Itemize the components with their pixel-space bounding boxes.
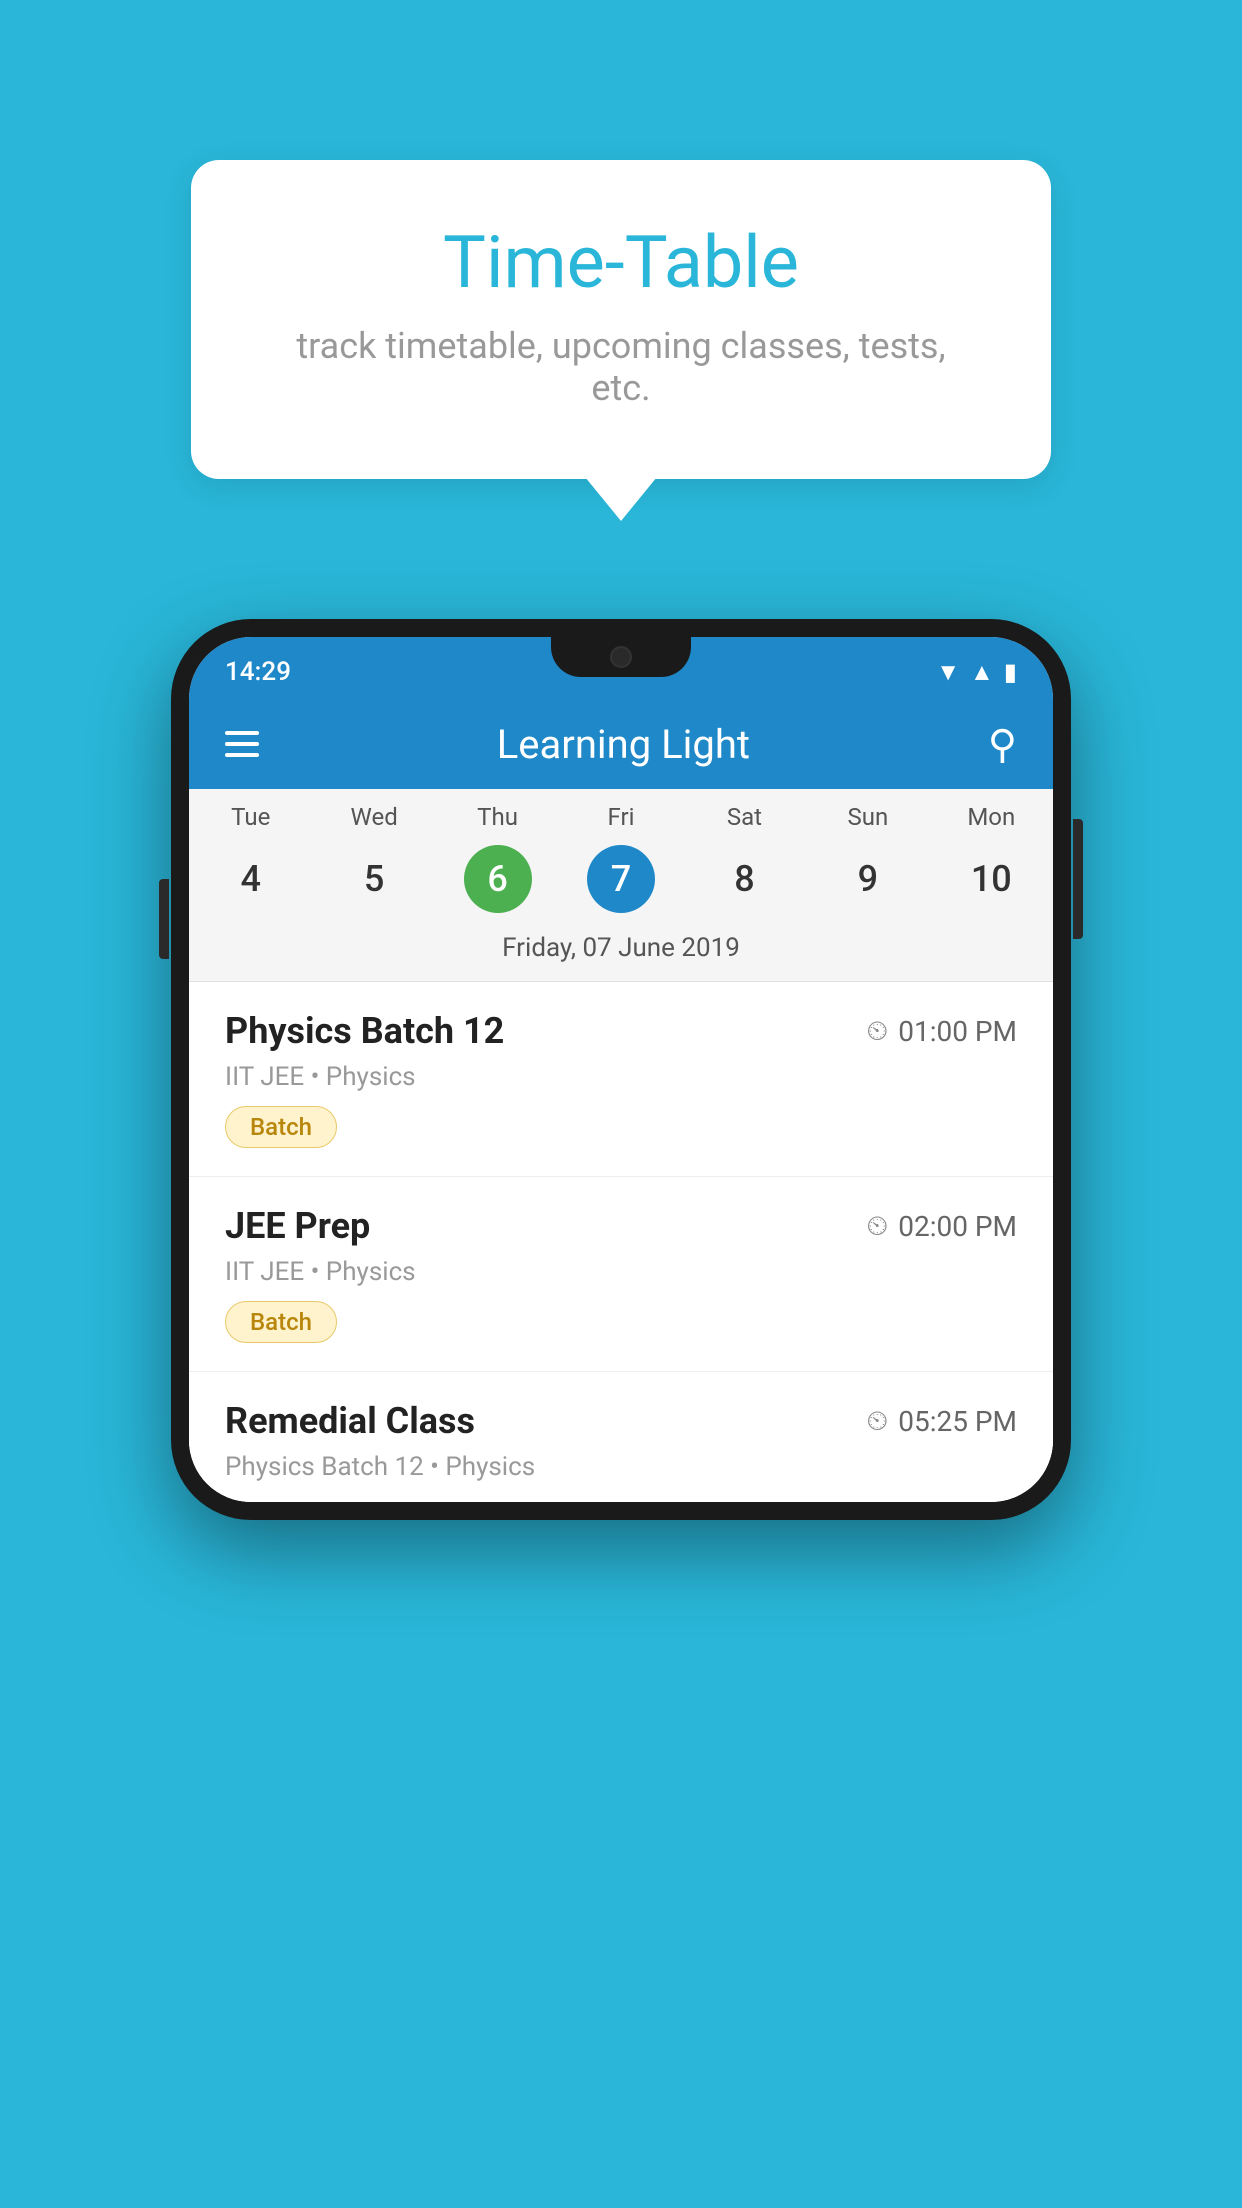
day-header-sun: Sun <box>806 803 929 831</box>
schedule-time-1: ⏲ 01:00 PM <box>866 1014 1017 1048</box>
schedule-time-value-1: 01:00 PM <box>898 1015 1017 1048</box>
selected-date-label: Friday, 07 June 2019 <box>189 925 1053 982</box>
day-header-sat: Sat <box>683 803 806 831</box>
phone-wrapper: 14:29 ▼ ▲ ▮ Learning Light ⚲ <box>91 619 1151 1520</box>
schedule-item-2-header: JEE Prep ⏲ 02:00 PM <box>225 1205 1017 1247</box>
date-cell-5[interactable]: 5 <box>312 845 435 913</box>
schedule-item-2[interactable]: JEE Prep ⏲ 02:00 PM IIT JEE • Physics Ba… <box>189 1177 1053 1372</box>
batch-badge-1: Batch <box>225 1106 337 1148</box>
schedule-item-1[interactable]: Physics Batch 12 ⏲ 01:00 PM IIT JEE • Ph… <box>189 982 1053 1177</box>
date-8[interactable]: 8 <box>710 845 778 913</box>
schedule-title-3: Remedial Class <box>225 1400 475 1442</box>
clock-icon-2: ⏲ <box>866 1209 888 1243</box>
clock-icon-3: ⏲ <box>866 1404 888 1438</box>
day-header-tue: Tue <box>189 803 312 831</box>
date-cell-8[interactable]: 8 <box>683 845 806 913</box>
date-5[interactable]: 5 <box>340 845 408 913</box>
schedule-item-3[interactable]: Remedial Class ⏲ 05:25 PM Physics Batch … <box>189 1372 1053 1502</box>
date-9[interactable]: 9 <box>834 845 902 913</box>
date-row: 4 5 6 7 8 9 <box>189 839 1053 925</box>
hamburger-line-1 <box>225 731 259 735</box>
date-cell-7[interactable]: 7 <box>559 845 682 913</box>
speech-bubble: Time-Table track timetable, upcoming cla… <box>191 160 1051 479</box>
status-icons: ▼ ▲ ▮ <box>936 658 1017 687</box>
date-7-selected[interactable]: 7 <box>587 845 655 913</box>
schedule-time-value-3: 05:25 PM <box>898 1405 1017 1438</box>
wifi-icon: ▼ <box>936 658 960 687</box>
hamburger-line-2 <box>225 742 259 746</box>
schedule-item-3-header: Remedial Class ⏲ 05:25 PM <box>225 1400 1017 1442</box>
date-cell-4[interactable]: 4 <box>189 845 312 913</box>
status-time: 14:29 <box>225 657 291 687</box>
search-button[interactable]: ⚲ <box>988 721 1017 768</box>
hamburger-line-3 <box>225 753 259 757</box>
bubble-title: Time-Table <box>271 220 971 305</box>
day-header-wed: Wed <box>312 803 435 831</box>
clock-icon-1: ⏲ <box>866 1014 888 1048</box>
date-6-today[interactable]: 6 <box>464 845 532 913</box>
schedule-time-2: ⏲ 02:00 PM <box>866 1209 1017 1243</box>
top-section: Time-Table track timetable, upcoming cla… <box>0 0 1242 519</box>
schedule-list: Physics Batch 12 ⏲ 01:00 PM IIT JEE • Ph… <box>189 982 1053 1502</box>
phone-notch <box>551 637 691 677</box>
date-cell-6[interactable]: 6 <box>436 845 559 913</box>
app-title: Learning Light <box>497 721 750 768</box>
schedule-time-3: ⏲ 05:25 PM <box>866 1404 1017 1438</box>
calendar-section: Tue Wed Thu Fri Sat Sun Mon 4 5 <box>189 789 1053 982</box>
schedule-item-1-header: Physics Batch 12 ⏲ 01:00 PM <box>225 1010 1017 1052</box>
signal-icon: ▲ <box>970 658 994 687</box>
day-header-thu: Thu <box>436 803 559 831</box>
date-10[interactable]: 10 <box>957 845 1025 913</box>
app-header: Learning Light ⚲ <box>189 699 1053 789</box>
batch-badge-2: Batch <box>225 1301 337 1343</box>
schedule-title-2: JEE Prep <box>225 1205 370 1247</box>
day-header-mon: Mon <box>930 803 1053 831</box>
date-cell-9[interactable]: 9 <box>806 845 929 913</box>
schedule-title-1: Physics Batch 12 <box>225 1010 504 1052</box>
bubble-subtitle: track timetable, upcoming classes, tests… <box>271 325 971 409</box>
front-camera <box>610 646 632 668</box>
schedule-meta-3: Physics Batch 12 • Physics <box>225 1452 1017 1482</box>
hamburger-menu-button[interactable] <box>225 731 259 757</box>
day-headers: Tue Wed Thu Fri Sat Sun Mon <box>189 789 1053 839</box>
phone-screen: 14:29 ▼ ▲ ▮ Learning Light ⚲ <box>189 637 1053 1502</box>
date-4[interactable]: 4 <box>217 845 285 913</box>
schedule-meta-2: IIT JEE • Physics <box>225 1257 1017 1287</box>
schedule-time-value-2: 02:00 PM <box>898 1210 1017 1243</box>
phone-frame: 14:29 ▼ ▲ ▮ Learning Light ⚲ <box>171 619 1071 1520</box>
schedule-meta-1: IIT JEE • Physics <box>225 1062 1017 1092</box>
day-header-fri: Fri <box>559 803 682 831</box>
battery-icon: ▮ <box>1004 658 1017 686</box>
date-cell-10[interactable]: 10 <box>930 845 1053 913</box>
